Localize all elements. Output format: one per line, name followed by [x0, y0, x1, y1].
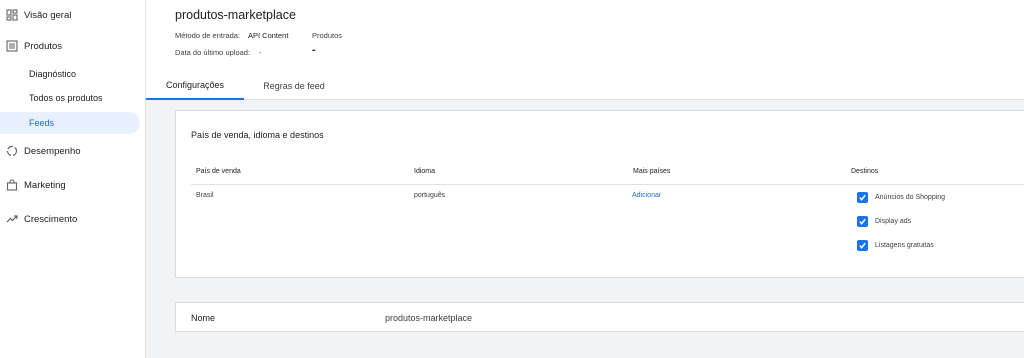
- sidebar-item-label: Marketing: [24, 179, 66, 191]
- name-card: Nome produtos-marketplace: [175, 302, 1024, 332]
- input-method-label: Método de entrada:: [175, 31, 241, 40]
- destination-label: Display ads: [875, 217, 912, 225]
- destination-checkbox[interactable]: [857, 239, 868, 251]
- trending-up-icon: [6, 213, 18, 225]
- column-header-more-countries: Mais países: [633, 168, 671, 175]
- card-title: País de venda, idioma e destinos: [191, 130, 324, 140]
- sidebar-item-marketing[interactable]: Marketing: [0, 173, 66, 197]
- name-value: produtos-marketplace: [385, 313, 473, 323]
- sidebar-item-label: Crescimento: [24, 213, 78, 225]
- page-title: produtos-marketplace: [175, 8, 296, 22]
- tab-regras-de-feed[interactable]: Regras de feed: [244, 72, 344, 100]
- sidebar-subitem-label: Feeds: [29, 118, 55, 128]
- country-cell: Brasil: [196, 192, 214, 199]
- sidebar-item-produtos[interactable]: Produtos: [0, 34, 62, 58]
- destination-label: Listagens gratuitas: [875, 241, 934, 249]
- sidebar-item-visao-geral[interactable]: Visão geral: [0, 3, 71, 27]
- destination-item: Anúncios do Shopping: [857, 190, 945, 204]
- sidebar-subitem-diagnostico[interactable]: Diagnóstico: [0, 63, 140, 85]
- destination-checkbox[interactable]: [857, 191, 868, 203]
- sidebar-subitem-label: Diagnóstico: [29, 69, 77, 79]
- sidebar-item-desempenho[interactable]: Desempenho: [0, 139, 81, 163]
- sidebar-subitem-todos-os-produtos[interactable]: Todos os produtos: [0, 87, 140, 109]
- sidebar-item-label: Produtos: [24, 40, 63, 52]
- tab-bar: Configurações Regras de feed: [146, 72, 1024, 100]
- column-header-language: Idioma: [414, 168, 436, 175]
- column-header-country: País de venda: [196, 168, 241, 175]
- column-header-destinations: Destinos: [851, 168, 879, 175]
- settings-card: País de venda, idioma e destinos País de…: [175, 110, 1024, 278]
- sidebar: Visão geral Produtos Diagnóstico Todos o…: [0, 0, 146, 358]
- sidebar-subitem-label: Todos os produtos: [29, 93, 103, 103]
- dashboard-icon: [6, 9, 18, 21]
- list-icon: [6, 40, 18, 52]
- add-country-link[interactable]: Adicionar: [632, 192, 661, 199]
- last-upload-label: Data do último upload:: [175, 48, 251, 57]
- sidebar-item-crescimento[interactable]: Crescimento: [0, 207, 77, 231]
- products-value: -: [312, 44, 316, 56]
- products-label: Produtos: [312, 31, 343, 40]
- circle-chart-icon: [6, 145, 18, 157]
- last-upload-value: -: [259, 48, 262, 57]
- input-method-value: API Content: [248, 31, 289, 40]
- destination-item: Listagens gratuitas: [857, 238, 934, 252]
- language-cell: português: [414, 192, 446, 199]
- tab-configuracoes[interactable]: Configurações: [146, 72, 244, 100]
- name-label: Nome: [191, 313, 216, 323]
- destination-item: Display ads: [857, 214, 911, 228]
- sidebar-item-label: Desempenho: [24, 145, 81, 157]
- destination-label: Anúncios do Shopping: [875, 193, 946, 201]
- feed-header: produtos-marketplace Método de entrada: …: [146, 0, 1024, 100]
- shopping-bag-icon: [6, 179, 18, 191]
- sidebar-subitem-feeds[interactable]: Feeds: [0, 112, 140, 134]
- destination-checkbox[interactable]: [857, 215, 868, 227]
- sidebar-item-label: Visão geral: [24, 9, 72, 21]
- divider: [191, 184, 1024, 185]
